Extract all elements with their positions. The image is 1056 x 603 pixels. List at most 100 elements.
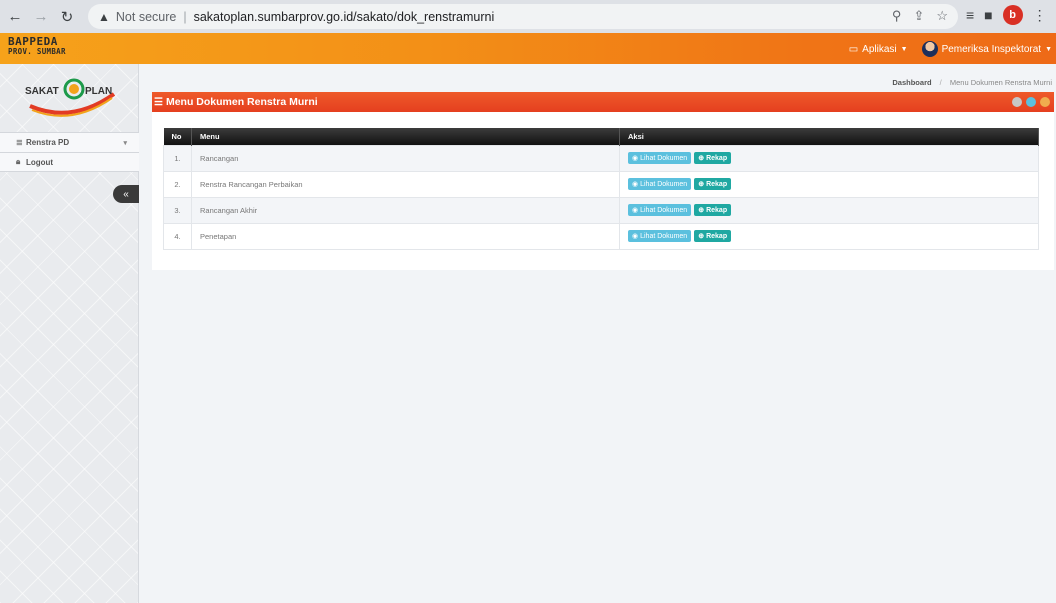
table-row: 2. Renstra Rancangan Perbaikan ◉ Lihat Do… xyxy=(163,170,1039,198)
row-number: 4. xyxy=(163,222,192,250)
reading-list-icon[interactable]: ≡ xyxy=(966,7,974,23)
address-separator: | xyxy=(183,9,187,24)
panel-tools xyxy=(1012,97,1050,107)
rekap-button[interactable]: ⊕ Rekap xyxy=(694,230,732,242)
url-text[interactable]: sakatoplan.sumbarprov.go.id/sakato/dok_r… xyxy=(194,10,495,24)
brand-logo[interactable]: BAPPEDA PROV. SUMBAR xyxy=(8,35,103,59)
button-label: Rekap xyxy=(706,232,728,240)
lihat-dokumen-button[interactable]: ◉ Lihat Dokumen xyxy=(628,152,692,164)
plus-circle-icon: ⊕ xyxy=(698,207,705,214)
list-icon: ☰ xyxy=(154,96,163,108)
user-avatar xyxy=(921,41,938,57)
sidebar-collapse-button[interactable]: « xyxy=(113,185,139,203)
row-actions: ◉ Lihat Dokumen ⊕ Rekap xyxy=(619,222,1039,250)
breadcrumb-separator: / xyxy=(939,78,942,87)
page-title: Menu Dokumen Renstra Murni xyxy=(165,96,318,108)
row-menu: Rancangan xyxy=(191,144,620,172)
user-menu[interactable]: Pemeriksa Inspektorat ▼ xyxy=(921,41,1052,57)
main-content: Dashboard / Menu Dokumen Renstra Murni ☰… xyxy=(139,64,1056,603)
column-header-menu: Menu xyxy=(191,128,620,145)
plus-circle-icon: ⊕ xyxy=(698,155,705,162)
column-header-no: No xyxy=(163,128,192,145)
database-icon: ≣ xyxy=(16,138,23,147)
reload-icon[interactable]: ↻ xyxy=(56,6,78,28)
sidebar-item-renstra-pd[interactable]: ≣ Renstra PD ▾ xyxy=(0,132,139,152)
row-actions: ◉ Lihat Dokumen ⊕ Rekap xyxy=(619,196,1039,224)
row-menu: Rancangan Akhir xyxy=(191,196,620,224)
chevron-down-icon: ▼ xyxy=(1045,45,1052,53)
breadcrumb-current: Menu Dokumen Renstra Murni xyxy=(949,78,1052,87)
button-label: Lihat Dokumen xyxy=(640,232,688,240)
kebab-menu-icon[interactable]: ⋮ xyxy=(1033,7,1047,24)
breadcrumb: Dashboard / Menu Dokumen Renstra Murni xyxy=(892,78,1052,87)
close-panel-icon[interactable] xyxy=(1012,97,1022,107)
profile-avatar[interactable]: b xyxy=(1002,5,1023,25)
zoom-icon[interactable]: ⚲ xyxy=(892,8,902,24)
side-panel-icon[interactable]: ■ xyxy=(984,7,992,23)
logo-text-right: PLAN xyxy=(85,86,112,97)
row-number: 3. xyxy=(163,196,192,224)
brand-subtitle: PROV. SUMBAR xyxy=(8,47,66,56)
refresh-panel-icon[interactable] xyxy=(1026,97,1036,107)
sakato-plan-logo[interactable]: SAKAT PLAN xyxy=(22,74,122,124)
row-menu: Renstra Rancangan Perbaikan xyxy=(191,170,620,198)
user-name: Pemeriksa Inspektorat xyxy=(941,43,1042,55)
not-secure-label[interactable]: Not secure xyxy=(116,10,176,24)
panel-header: ☰ Menu Dokumen Renstra Murni xyxy=(152,92,1054,112)
lihat-dokumen-button[interactable]: ◉ Lihat Dokumen xyxy=(628,204,692,216)
share-icon[interactable]: ⇪ xyxy=(913,8,924,24)
omnibox-actions: ⚲ ⇪ ☆ xyxy=(892,8,948,24)
button-label: Rekap xyxy=(706,154,728,162)
brand-name: BAPPEDA xyxy=(8,35,58,48)
sidebar-item-label: Logout xyxy=(26,157,54,167)
header-nav: ▭ Aplikasi ▼ Pemeriksa Inspektorat ▼ xyxy=(849,41,1052,57)
table-row: 3. Rancangan Akhir ◉ Lihat Dokumen ⊕ Rekap xyxy=(163,196,1039,224)
button-label: Rekap xyxy=(706,206,728,214)
row-actions: ◉ Lihat Dokumen ⊕ Rekap xyxy=(619,170,1039,198)
minimize-panel-icon[interactable] xyxy=(1040,97,1050,107)
chevron-down-icon: ▼ xyxy=(900,45,908,53)
row-number: 1. xyxy=(163,144,192,172)
eye-icon: ◉ xyxy=(632,155,639,162)
table-row: 1. Rancangan ◉ Lihat Dokumen ⊕ Rekap xyxy=(163,144,1039,172)
plus-circle-icon: ⊕ xyxy=(698,181,705,188)
back-arrow-icon[interactable]: ← xyxy=(4,6,26,28)
aplikasi-label: Aplikasi xyxy=(862,43,897,55)
sidebar-item-label: Renstra PD xyxy=(26,138,70,147)
rekap-button[interactable]: ⊕ Rekap xyxy=(694,178,732,190)
eye-icon: ◉ xyxy=(632,207,639,214)
lock-icon: 🔒︎ xyxy=(16,157,21,166)
bookmark-star-icon[interactable]: ☆ xyxy=(936,8,948,24)
lihat-dokumen-button[interactable]: ◉ Lihat Dokumen xyxy=(628,178,692,190)
rekap-button[interactable]: ⊕ Rekap xyxy=(694,204,732,216)
table-row: 4. Penetapan ◉ Lihat Dokumen ⊕ Rekap xyxy=(163,222,1039,250)
eye-icon: ◉ xyxy=(632,233,639,240)
button-label: Lihat Dokumen xyxy=(640,180,688,188)
sidebar-menu: ≣ Renstra PD ▾ 🔒︎ Logout xyxy=(0,132,139,172)
column-header-aksi: Aksi xyxy=(619,128,1039,145)
sidebar-item-logout[interactable]: 🔒︎ Logout xyxy=(0,152,139,172)
sidebar: SAKAT PLAN ≣ Renstra PD ▾ 🔒︎ Logout « xyxy=(0,64,139,603)
button-label: Lihat Dokumen xyxy=(640,206,688,214)
aplikasi-dropdown[interactable]: ▭ Aplikasi ▼ xyxy=(849,44,908,55)
row-menu: Penetapan xyxy=(191,222,620,250)
content-panel: ☰ Menu Dokumen Renstra Murni No Menu Aks… xyxy=(152,92,1054,270)
browser-actions: ≡ ■ b ⋮ xyxy=(966,5,1047,25)
forward-arrow-icon[interactable]: → xyxy=(30,6,52,28)
app-header: BAPPEDA PROV. SUMBAR ▭ Aplikasi ▼ Pemeri… xyxy=(0,33,1056,64)
table-header-row: No Menu Aksi xyxy=(163,128,1039,145)
button-label: Lihat Dokumen xyxy=(640,154,688,162)
row-number: 2. xyxy=(163,170,192,198)
rekap-button[interactable]: ⊕ Rekap xyxy=(694,152,732,164)
breadcrumb-dashboard[interactable]: Dashboard xyxy=(892,78,931,87)
address-bar[interactable]: ▲ Not secure | sakatoplan.sumbarprov.go.… xyxy=(88,4,958,29)
logo-text-left: SAKAT xyxy=(25,86,59,97)
plus-circle-icon: ⊕ xyxy=(698,233,705,240)
warning-icon: ▲ xyxy=(98,9,110,24)
row-actions: ◉ Lihat Dokumen ⊕ Rekap xyxy=(619,144,1039,172)
dokumen-table: No Menu Aksi 1. Rancangan ◉ Lihat Dokumen… xyxy=(163,128,1039,250)
browser-toolbar: ← → ↻ ▲ Not secure | sakatoplan.sumbarpr… xyxy=(0,0,1056,33)
lihat-dokumen-button[interactable]: ◉ Lihat Dokumen xyxy=(628,230,692,242)
monitor-icon: ▭ xyxy=(848,43,859,55)
chevron-down-icon: ▾ xyxy=(123,139,127,147)
